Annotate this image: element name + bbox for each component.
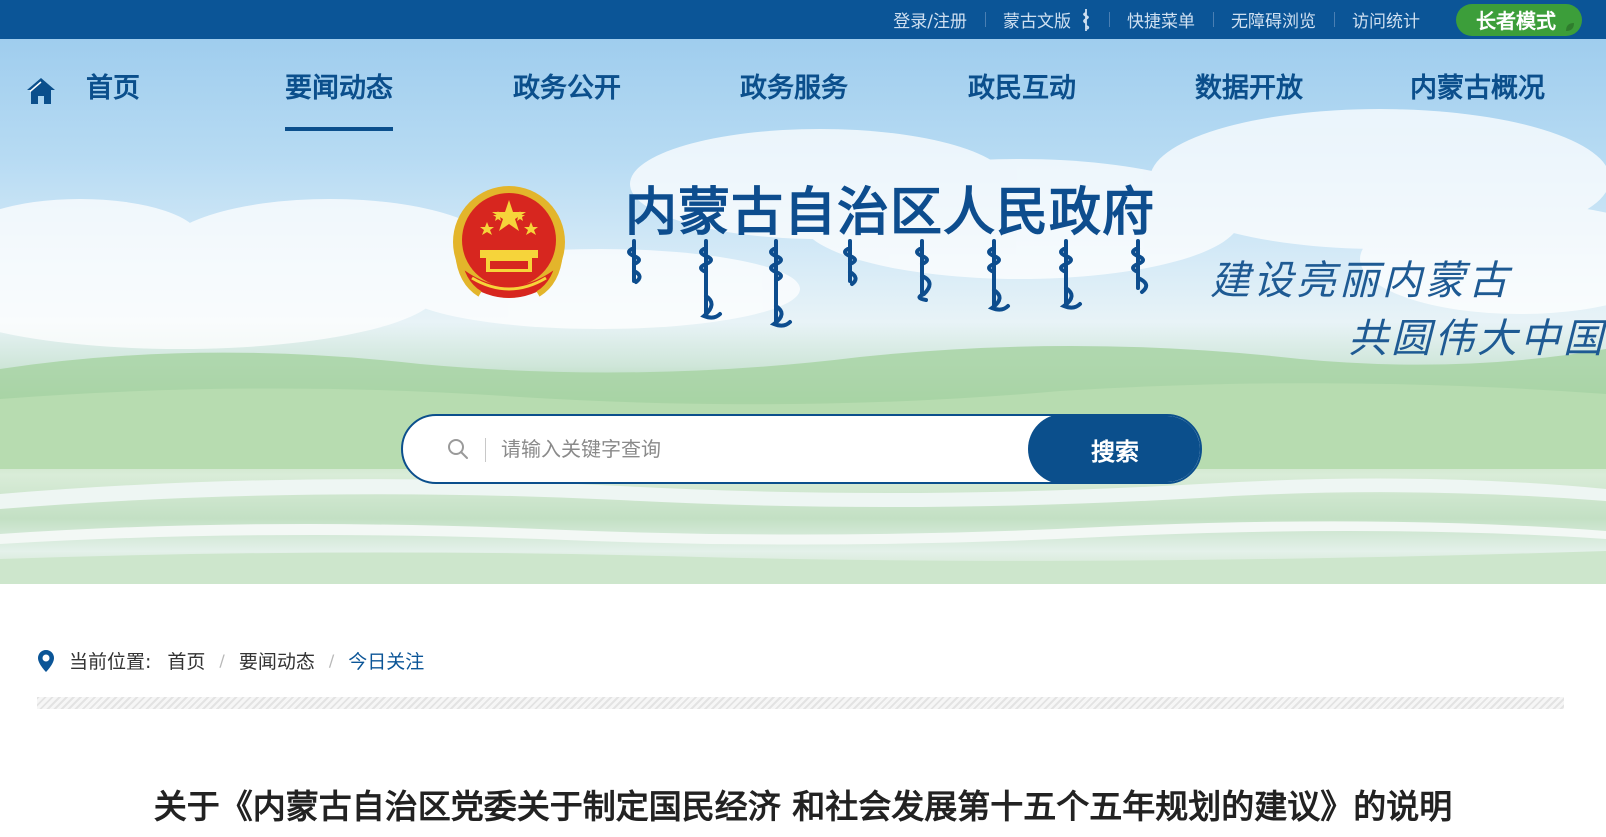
nav-news[interactable]: 要闻动态 [285, 39, 393, 131]
nav-government-services[interactable]: 政务服务 [740, 39, 848, 131]
nav-public-affairs-label: 政务公开 [513, 72, 621, 104]
search-input[interactable] [499, 416, 999, 482]
mongolian-script-icon [1083, 8, 1090, 31]
breadcrumb-separator: / [328, 651, 335, 670]
site-title: 内蒙古自治区人民政府 [625, 183, 1156, 243]
search-box: 搜索 [401, 414, 1202, 484]
leaf-icon [1566, 22, 1574, 31]
nav-government-services-label: 政务服务 [740, 72, 848, 104]
breadcrumb-label: 当前位置: [69, 651, 152, 673]
visit-stats-link[interactable]: 访问统计 [1334, 0, 1438, 39]
search-button[interactable]: 搜索 [1028, 416, 1200, 482]
mongolian-version-label: 蒙古文版 [1003, 12, 1071, 32]
login-register-label: 登录/注册 [893, 12, 967, 32]
nav-home[interactable]: 首页 [86, 39, 140, 131]
breadcrumb-separator: / [219, 651, 225, 670]
breadcrumb-home[interactable]: 首页 [167, 647, 205, 674]
login-register-link[interactable]: 登录/注册 [875, 0, 985, 39]
elder-mode-button[interactable]: 长者模式 [1456, 3, 1582, 36]
slogan-line-1: 建设亮丽内蒙古 [1210, 258, 1511, 304]
slogan-line-2: 共圆伟大中国梦 [1348, 316, 1606, 362]
accessibility-link[interactable]: 无障碍浏览 [1213, 0, 1334, 39]
search-divider [485, 438, 486, 462]
breadcrumb-news[interactable]: 要闻动态 [239, 647, 315, 674]
nav-open-data[interactable]: 数据开放 [1195, 39, 1303, 131]
article-title: 关于《内蒙古自治区党委关于制定国民经济 和社会发展第十五个五年规划的建议》的说明 [153, 787, 1453, 826]
search-button-label: 搜索 [1091, 437, 1139, 466]
hatched-divider [37, 697, 1564, 709]
nav-interaction[interactable]: 政民互动 [968, 39, 1076, 131]
content-card: 当前位置: 首页 / 要闻动态 / 今日关注 关于《内蒙古自治区党委关于制定国民… [0, 584, 1606, 837]
search-icon [448, 439, 468, 459]
nav-home-label: 首页 [86, 72, 140, 104]
nav-open-data-label: 数据开放 [1195, 72, 1303, 104]
quick-menu-link[interactable]: 快捷菜单 [1109, 0, 1213, 39]
slogan-calligraphy: 建设亮丽内蒙古 共圆伟大中国梦 [1210, 248, 1606, 368]
national-emblem-icon [453, 186, 565, 298]
mongolian-title-script [627, 239, 1149, 328]
breadcrumb: 当前位置: 首页 / 要闻动态 / 今日关注 [37, 647, 424, 674]
nav-overview-label: 内蒙古概况 [1410, 72, 1545, 104]
mongolian-version-link[interactable]: 蒙古文版 [985, 0, 1109, 39]
nav-overview[interactable]: 内蒙古概况 [1410, 39, 1545, 131]
top-utility-bar: 登录/注册 蒙古文版 快捷菜单 无障碍浏览 访问统计 长者模式 [0, 0, 1606, 39]
nav-news-label: 要闻动态 [285, 72, 393, 104]
elder-mode-label: 长者模式 [1476, 9, 1556, 33]
main-nav: 首页 要闻动态 政务公开 政务服务 政民互动 数据开放 内蒙古概况 [0, 39, 1606, 131]
visit-stats-label: 访问统计 [1352, 12, 1420, 32]
breadcrumb-today-focus[interactable]: 今日关注 [348, 647, 424, 674]
quick-menu-label: 快捷菜单 [1127, 12, 1195, 32]
location-pin-icon [38, 649, 54, 672]
accessibility-label: 无障碍浏览 [1231, 12, 1316, 32]
nav-public-affairs[interactable]: 政务公开 [513, 39, 621, 131]
nav-interaction-label: 政民互动 [968, 72, 1076, 104]
